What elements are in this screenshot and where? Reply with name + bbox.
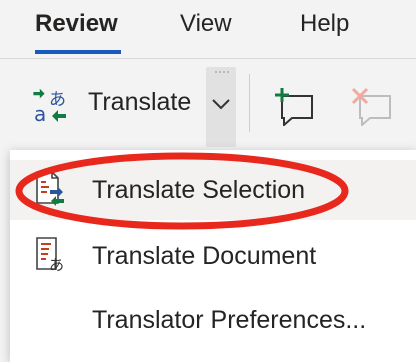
svg-text:a: a <box>34 102 46 124</box>
chevron-down-icon <box>212 99 230 110</box>
translate-icon: あ a <box>33 88 66 124</box>
new-comment-icon[interactable] <box>274 86 316 126</box>
svg-text:あ: あ <box>49 256 64 272</box>
menu-item-translate-document[interactable]: あ Translate Document <box>10 226 416 286</box>
tab-help[interactable]: Help <box>300 10 349 38</box>
svg-text:あ: あ <box>49 90 66 110</box>
menu-item-translate-selection[interactable]: Translate Selection <box>10 160 416 220</box>
translate-selection-icon <box>36 171 64 206</box>
translate-menu: Translate Selection あ Translate Document… <box>10 150 416 362</box>
ribbon-separator <box>249 74 250 132</box>
ribbon-tabs: Review View Help <box>0 0 416 58</box>
tab-view[interactable]: View <box>180 10 232 38</box>
menu-item-label: Translate Selection <box>92 176 306 204</box>
menu-item-label: Translate Document <box>92 242 317 270</box>
delete-comment-icon[interactable] <box>350 86 394 126</box>
translate-document-icon: あ <box>36 237 64 272</box>
split-grip <box>215 71 229 75</box>
menu-item-translator-preferences[interactable]: Translator Preferences... <box>10 290 416 350</box>
menu-item-label: Translator Preferences... <box>92 306 367 334</box>
translate-label: Translate <box>88 88 192 116</box>
tab-review[interactable]: Review <box>35 10 118 38</box>
active-tab-indicator <box>35 50 121 54</box>
